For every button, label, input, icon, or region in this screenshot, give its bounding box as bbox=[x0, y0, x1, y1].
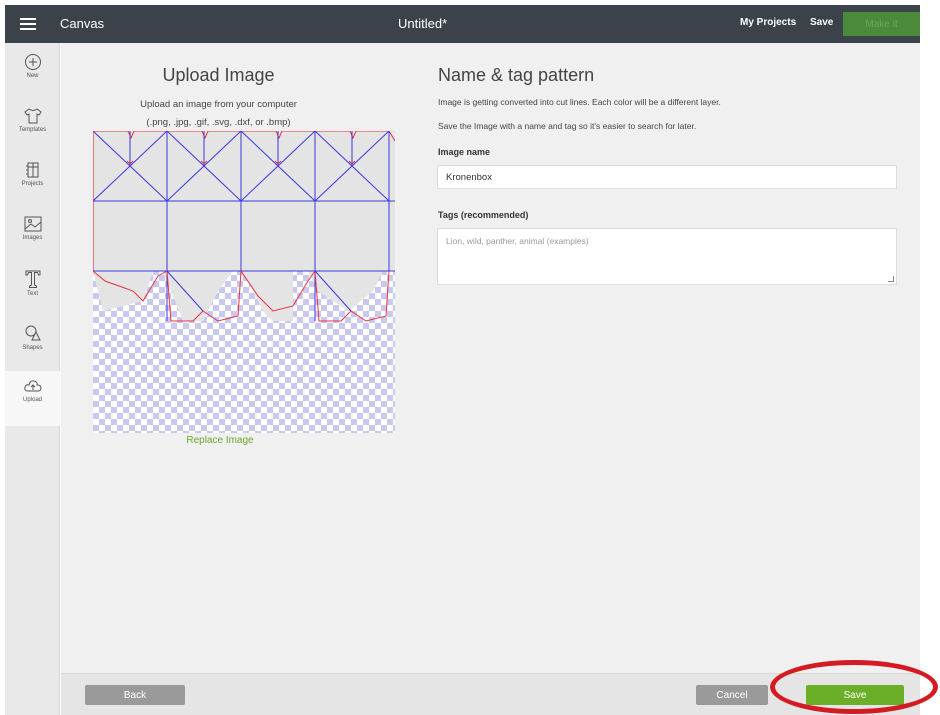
sidebar-item-templates[interactable]: Templates bbox=[5, 101, 60, 156]
tags-placeholder: Lion, wild, panther, animal (examples) bbox=[446, 236, 589, 246]
sidebar-item-label: Templates bbox=[18, 127, 47, 133]
top-save-link[interactable]: Save bbox=[810, 17, 833, 28]
menu-button[interactable] bbox=[5, 5, 51, 43]
app-name: Canvas bbox=[60, 16, 105, 31]
document-title: Untitled* bbox=[398, 16, 448, 31]
image-name-input[interactable]: Kronenbox bbox=[437, 165, 897, 189]
image-icon bbox=[24, 216, 41, 232]
sidebar-item-images[interactable]: Images bbox=[5, 209, 60, 264]
sidebar-item-label: New bbox=[26, 73, 39, 79]
shapes-icon bbox=[25, 325, 41, 341]
sidebar-item-projects[interactable]: Projects bbox=[5, 155, 60, 210]
replace-image-link[interactable]: Replace Image bbox=[161, 435, 279, 446]
box-pattern-image bbox=[93, 131, 395, 322]
sidebar-item-label: Images bbox=[22, 235, 43, 241]
form-title: Name & tag pattern bbox=[438, 65, 595, 85]
tags-label: Tags (recommended) bbox=[438, 210, 529, 220]
sidebar-item-label: Shapes bbox=[22, 345, 43, 351]
resize-handle-icon[interactable] bbox=[888, 276, 894, 282]
projects-icon bbox=[25, 162, 38, 178]
tags-textarea[interactable]: Lion, wild, panther, animal (examples) bbox=[437, 228, 897, 285]
cloud-upload-icon bbox=[23, 380, 42, 392]
upload-formats: (.png, .jpg, .gif, .svg, .dxf, or .bmp) bbox=[146, 117, 291, 128]
sidebar-item-new[interactable]: New bbox=[5, 47, 60, 102]
text-icon bbox=[25, 270, 40, 288]
sidebar-item-shapes[interactable]: Shapes bbox=[5, 317, 60, 372]
main-panel: Upload Image Upload an image from your c… bbox=[61, 43, 920, 673]
cancel-button[interactable]: Cancel bbox=[696, 685, 768, 705]
hamburger-icon bbox=[20, 18, 36, 30]
image-preview bbox=[93, 131, 395, 433]
upload-subtitle: Upload an image from your computer (.png… bbox=[121, 96, 316, 132]
tshirt-icon bbox=[23, 108, 42, 124]
sidebar-item-upload[interactable]: Upload bbox=[5, 371, 60, 426]
conversion-info: Image is getting converted into cut line… bbox=[438, 97, 721, 107]
make-it-button[interactable]: Make it bbox=[843, 12, 920, 36]
save-highlight-circle bbox=[770, 660, 938, 714]
plus-circle-icon bbox=[24, 54, 41, 70]
sidebar-item-label: Text bbox=[26, 291, 38, 297]
image-name-label: Image name bbox=[438, 147, 491, 157]
sidebar-item-label: Upload bbox=[22, 397, 42, 403]
sidebar: New Templates Projects Images Text Shape… bbox=[5, 43, 60, 715]
upload-instructions: Upload an image from your computer bbox=[140, 99, 297, 110]
upload-title: Upload Image bbox=[162, 65, 275, 85]
top-bar: Canvas Untitled* My Projects Save Make i… bbox=[5, 5, 920, 43]
sidebar-item-label: Projects bbox=[21, 181, 44, 187]
sidebar-item-text[interactable]: Text bbox=[5, 263, 60, 318]
my-projects-link[interactable]: My Projects bbox=[740, 17, 796, 28]
save-info: Save the Image with a name and tag so it… bbox=[438, 121, 697, 131]
back-button[interactable]: Back bbox=[85, 685, 185, 705]
